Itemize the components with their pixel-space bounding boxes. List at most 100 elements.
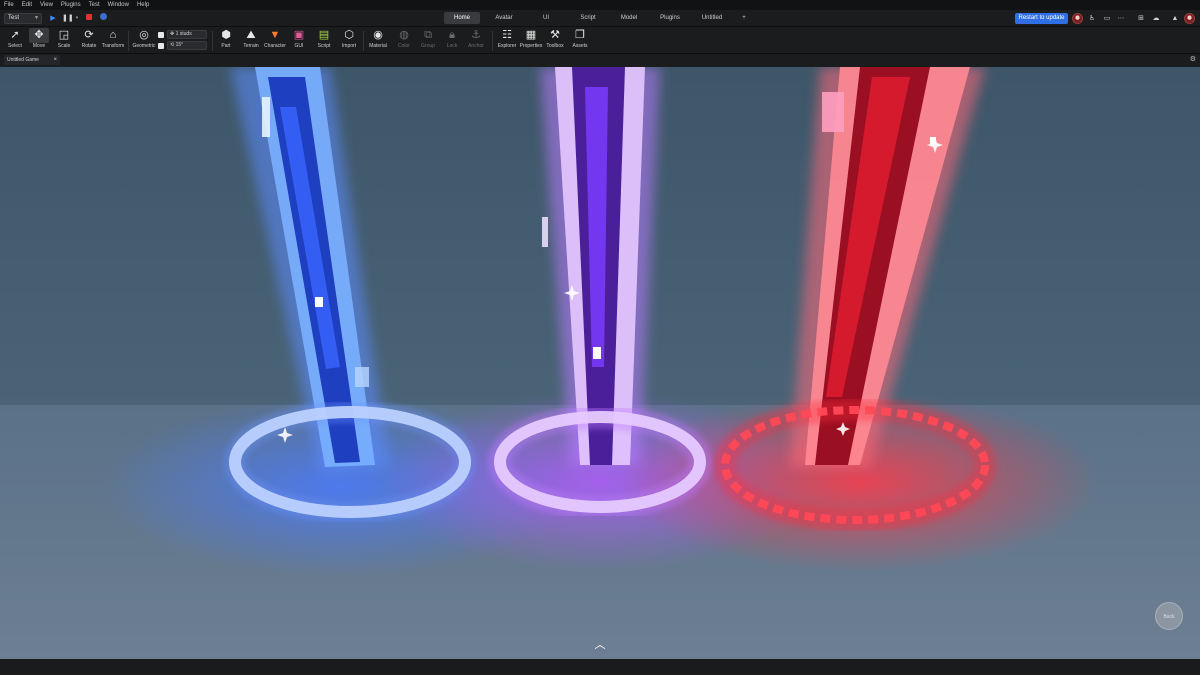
rotate-snap-field[interactable]: ⟲ 15° xyxy=(167,41,207,50)
close-icon[interactable]: × xyxy=(53,55,57,65)
tab-ui[interactable]: UI xyxy=(528,12,564,24)
menu-plugins[interactable]: Plugins xyxy=(61,0,81,10)
chevron-up-icon[interactable]: ︿ xyxy=(593,639,607,651)
ribbon-divider xyxy=(128,31,129,51)
move-snap-checkbox[interactable] xyxy=(158,31,164,38)
accessibility-icon[interactable]: ♿ xyxy=(1087,13,1097,24)
doc-tab-label: Untitled Game xyxy=(7,57,39,63)
rotate-icon: ⟳ xyxy=(84,29,94,41)
group-label: Group xyxy=(421,43,435,49)
move-snap-field[interactable]: ✥ 1 studs xyxy=(167,30,207,39)
lock-button[interactable]: 🔒︎ Lock xyxy=(443,28,461,54)
restart-to-update-button[interactable]: Restart to update xyxy=(1015,13,1068,24)
3d-viewport[interactable]: Back ︿ xyxy=(0,67,1200,659)
script-label: Script xyxy=(317,43,331,49)
chevron-down-icon: ▼ xyxy=(34,15,39,21)
avatar[interactable] xyxy=(1072,13,1083,24)
palette-icon: ◍ xyxy=(399,29,409,41)
transform-icon: ⌂ xyxy=(109,29,117,41)
transform-tool-label: Transform xyxy=(101,43,125,49)
properties-label: Properties xyxy=(519,43,543,49)
document-tab-bar: Untitled Game × ⚙ xyxy=(0,54,1200,66)
explorer-icon: ☷ xyxy=(502,29,512,41)
toolbox-button[interactable]: ⚒ Toolbox xyxy=(545,28,565,54)
tab-home[interactable]: Home xyxy=(444,12,480,24)
anchor-icon: ⚓︎ xyxy=(471,29,481,41)
ribbon-divider xyxy=(363,31,364,51)
gear-icon[interactable]: ⚙ xyxy=(1190,55,1196,63)
tab-plugins[interactable]: Plugins xyxy=(649,12,691,24)
material-icon: ◉ xyxy=(373,29,383,41)
tab-script[interactable]: Script xyxy=(567,12,609,24)
geometric-mode-button[interactable]: ◎ Geometric xyxy=(131,28,157,54)
part-button[interactable]: ⬢ Part xyxy=(216,28,236,54)
group-button[interactable]: ⧉ Group xyxy=(418,28,438,54)
stop-icon[interactable] xyxy=(84,13,94,24)
chat-icon[interactable]: ▭ xyxy=(1102,13,1112,24)
gui-button[interactable]: ▣ GUI xyxy=(290,28,308,54)
rotate-snap-control[interactable]: ⟲ 15° xyxy=(158,41,207,50)
chevron-down-icon[interactable]: ▾ xyxy=(72,13,82,24)
character-button[interactable]: ▼ Character xyxy=(263,28,287,54)
lock-icon: 🔒︎ xyxy=(449,29,455,41)
character-icon: ▼ xyxy=(269,29,281,41)
color-label: Color xyxy=(398,43,410,49)
menu-test[interactable]: Test xyxy=(89,0,100,10)
tab-model[interactable]: Model xyxy=(612,12,646,24)
material-button[interactable]: ◉ Material xyxy=(366,28,390,54)
menu-file[interactable]: File xyxy=(4,0,14,10)
lock-label: Lock xyxy=(446,43,458,49)
team-test-icon[interactable] xyxy=(98,13,108,24)
terrain-button[interactable]: ⛰ Terrain xyxy=(240,28,262,54)
scene-render xyxy=(0,67,1200,659)
tab-avatar[interactable]: Avatar xyxy=(483,12,525,24)
tab-untitled[interactable]: Untitled xyxy=(694,12,730,24)
play-mode-value: Test xyxy=(8,15,20,21)
status-bar xyxy=(0,659,1200,675)
rotate-tool-label: Rotate xyxy=(81,43,97,49)
script-button[interactable]: ▤ Script xyxy=(313,28,335,54)
doc-tab-untitled-game[interactable]: Untitled Game × xyxy=(4,55,60,65)
anchor-button[interactable]: ⚓︎ Anchor xyxy=(465,28,487,54)
menu-bar: File Edit View Plugins Test Window Help xyxy=(0,0,1200,10)
group-icon: ⧉ xyxy=(424,29,432,41)
ribbon-tabs: Home Avatar UI Script Model Plugins Unti… xyxy=(444,12,755,24)
move-snap-value: 1 studs xyxy=(175,31,192,37)
share-icon[interactable]: ⋯ xyxy=(1116,13,1126,24)
menu-edit[interactable]: Edit xyxy=(22,0,32,10)
select-tool-button[interactable]: ➚ Select xyxy=(4,28,26,54)
add-tab-button[interactable]: + xyxy=(733,12,755,24)
rotate-snap-checkbox[interactable] xyxy=(158,42,164,49)
ribbon-divider xyxy=(212,31,213,51)
transform-tool-button[interactable]: ⌂ Transform xyxy=(101,28,125,54)
move-tool-label: Move xyxy=(32,43,46,49)
menu-window[interactable]: Window xyxy=(108,0,129,10)
properties-icon: ▦ xyxy=(525,29,537,41)
move-arrows-icon: ✥ xyxy=(29,28,49,43)
import-button[interactable]: ⬡ Import xyxy=(338,28,360,54)
scale-tool-label: Scale xyxy=(57,43,71,49)
menu-view[interactable]: View xyxy=(40,0,53,10)
play-mode-select[interactable]: Test ▼ xyxy=(4,13,42,24)
pause-icon[interactable]: ❚❚ xyxy=(62,13,74,24)
scale-tool-button[interactable]: ◲ Scale xyxy=(54,28,74,54)
color-button[interactable]: ◍ Color xyxy=(394,28,414,54)
select-tool-label: Select xyxy=(8,43,22,49)
move-tool-button[interactable]: ✥ Move xyxy=(29,28,49,54)
properties-button[interactable]: ▦ Properties xyxy=(519,28,543,54)
play-icon[interactable]: ▶ xyxy=(48,13,58,24)
move-snap-control[interactable]: ✥ 1 studs xyxy=(158,30,207,39)
collaborate-icon[interactable]: ⊞ xyxy=(1136,13,1146,24)
explorer-button[interactable]: ☷ Explorer xyxy=(496,28,518,54)
rotate-tool-button[interactable]: ⟳ Rotate xyxy=(78,28,100,54)
profile-avatar[interactable] xyxy=(1184,13,1195,24)
notification-bell-icon[interactable]: ▲ xyxy=(1170,13,1180,24)
scale-icon: ◲ xyxy=(58,29,70,41)
menu-help[interactable]: Help xyxy=(137,0,149,10)
assets-button[interactable]: ❐ Assets xyxy=(570,28,590,54)
assets-icon: ❐ xyxy=(575,29,585,41)
material-label: Material xyxy=(369,43,387,49)
cloud-icon[interactable]: ☁ xyxy=(1151,13,1161,24)
part-label: Part xyxy=(221,43,231,49)
back-button[interactable]: Back xyxy=(1155,602,1183,630)
